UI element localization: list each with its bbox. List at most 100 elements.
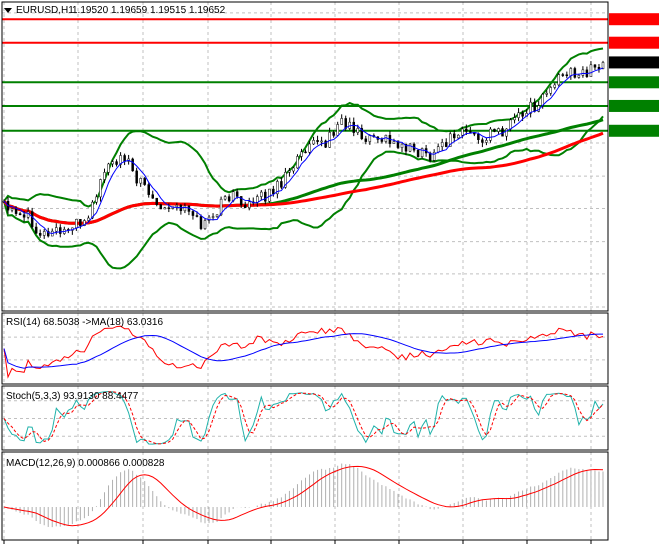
candle-body: [541, 94, 544, 106]
candle-body: [151, 194, 154, 199]
rsi-panel: [3, 325, 604, 379]
candle-body: [316, 140, 319, 142]
candle-body: [22, 214, 26, 218]
candle-body: [368, 135, 372, 142]
price-level-tag: [609, 124, 659, 137]
rsi-ma-line: [3, 333, 603, 369]
candle-body: [308, 143, 311, 153]
candle-body: [215, 214, 219, 217]
candle-body: [42, 231, 46, 236]
candle-body: [280, 181, 283, 188]
chart-canvas[interactable]: EURUSD,H1 1.19520 1.19659 1.19515 1.1965…: [0, 0, 660, 560]
candle-body: [55, 227, 58, 232]
candle-body: [272, 188, 275, 195]
macd-label: MACD(12,26,9) 0.000866 0.000828: [6, 458, 165, 469]
bollinger-lower-band: [3, 115, 604, 270]
candle-body: [191, 211, 195, 216]
candle-body: [529, 101, 532, 114]
price-level-tag: [609, 76, 659, 89]
candle-body: [509, 119, 512, 130]
candle-body: [288, 170, 291, 173]
candle-body: [565, 74, 569, 77]
candle-body: [30, 211, 34, 228]
candle-body: [223, 196, 227, 200]
open-price: 1.19520: [72, 5, 109, 16]
candle-body: [457, 134, 460, 139]
candle-body: [408, 143, 412, 152]
price-level-tag: [609, 36, 659, 49]
candle-body: [493, 128, 496, 132]
candle-body: [79, 219, 82, 226]
rsi-label: RSI(14) 68.5038 ->MA(18) 63.0316: [6, 317, 163, 328]
candle-body: [183, 205, 187, 212]
candle-body: [260, 191, 263, 197]
candle-body: [38, 233, 42, 236]
dropdown-triangle-icon[interactable]: [4, 8, 12, 13]
symbol-label: EURUSD,H1: [16, 5, 74, 16]
panel-frame: [1, 1, 609, 312]
chart-window: EURUSD,H1 1.19520 1.19659 1.19515 1.1965…: [0, 0, 660, 560]
candle-body: [593, 64, 597, 68]
candle-body: [103, 172, 106, 180]
candle-body: [469, 131, 472, 133]
candle-body: [453, 133, 456, 139]
high-price: 1.19659: [111, 5, 148, 16]
candle-body: [111, 161, 114, 165]
candle-body: [513, 117, 516, 121]
macd-signal-line: [3, 465, 604, 527]
candle-body: [581, 69, 585, 76]
candle-body: [332, 132, 335, 136]
candle-body: [296, 156, 299, 169]
candle-body: [300, 151, 303, 157]
candle-body: [99, 179, 102, 198]
candle-body: [589, 64, 593, 77]
candle-body: [195, 215, 199, 217]
main-price-panel: [2, 18, 608, 270]
candle-body: [461, 128, 464, 136]
candle-body: [517, 112, 520, 118]
candle-body: [227, 196, 231, 202]
candle-body: [561, 74, 565, 76]
candle-body: [292, 167, 295, 172]
candle-body: [115, 161, 118, 165]
candle-body: [59, 227, 62, 234]
candle-body: [364, 138, 368, 142]
candle-body: [392, 141, 396, 144]
moving-average-green: [2, 118, 604, 225]
candle-body: [477, 133, 480, 140]
candle-body: [481, 139, 484, 143]
candle-body: [440, 142, 444, 147]
candle-body: [553, 84, 557, 88]
candle-body: [533, 101, 536, 112]
candle-body: [87, 217, 90, 221]
candle-body: [436, 146, 440, 153]
price-level-tag: [609, 13, 659, 26]
candle-body: [34, 226, 38, 234]
candle-body: [175, 204, 179, 208]
candle-body: [211, 216, 215, 218]
candle-body: [18, 213, 22, 216]
candle-body: [163, 207, 167, 210]
candle-body: [497, 128, 500, 132]
candle-body: [577, 75, 581, 78]
candle-body: [352, 121, 356, 133]
candle-body: [557, 74, 561, 86]
candle-body: [340, 118, 343, 125]
candle-body: [139, 178, 142, 184]
candle-body: [167, 207, 171, 209]
candle-body: [444, 142, 448, 147]
candle-body: [135, 170, 138, 184]
candle-body: [380, 139, 384, 142]
candle-body: [75, 219, 78, 229]
rsi-line: [3, 325, 604, 379]
candle-body: [256, 196, 259, 203]
candle-body: [143, 178, 146, 185]
candle-body: [545, 92, 548, 95]
candle-body: [597, 67, 601, 70]
candle-body: [155, 197, 159, 205]
candle-body: [199, 216, 203, 229]
candle-body: [159, 204, 163, 210]
candle-body: [264, 191, 267, 202]
close-price: 1.19652: [189, 5, 226, 16]
candle-body: [131, 158, 134, 172]
